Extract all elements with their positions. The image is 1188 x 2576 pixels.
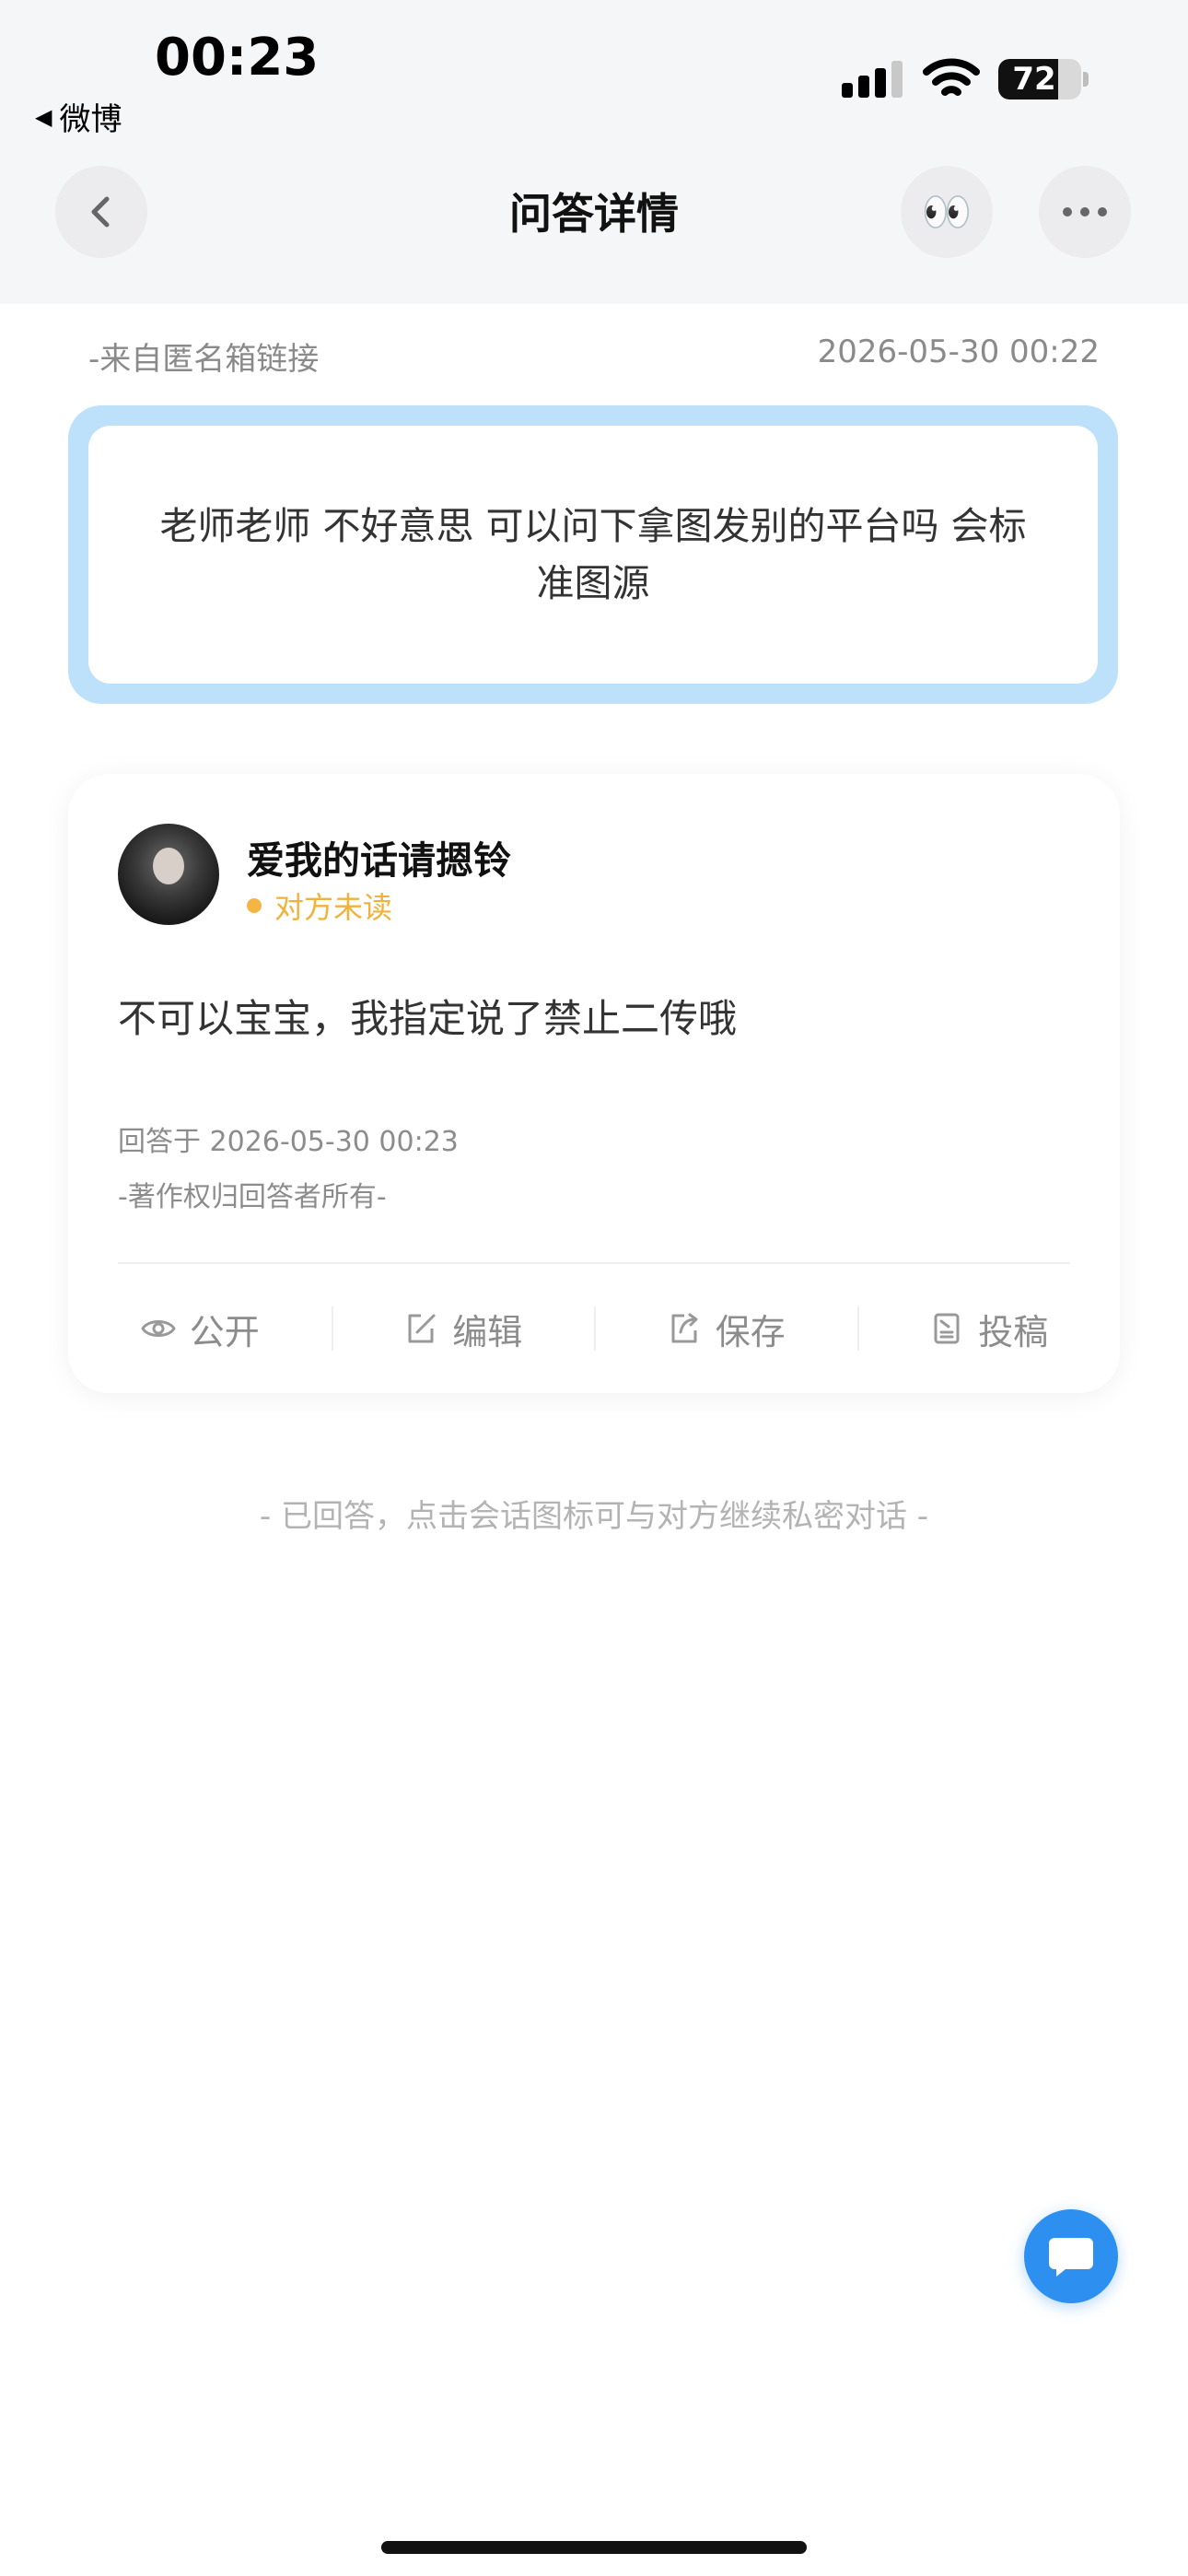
answerer-name[interactable]: 爱我的话请摁铃 [247, 829, 511, 884]
battery-icon: 72 [998, 59, 1081, 100]
status-dot-icon [247, 898, 262, 913]
read-status-label: 对方未读 [274, 890, 393, 925]
avatar-face [153, 848, 184, 884]
document-icon [934, 1313, 960, 1344]
status-time: 00:23 [155, 28, 320, 88]
avatar[interactable] [118, 824, 219, 925]
question-source: -来自匿名箱链接 [88, 341, 320, 378]
footer-hint: - 已回答，点击会话图标可与对方继续私密对话 - [259, 1498, 929, 1535]
question-time: 2026-05-30 00:22 [817, 334, 1100, 370]
chat-button[interactable] [1024, 2209, 1118, 2303]
public-label: 公开 [189, 1311, 260, 1352]
eyes-button[interactable]: 👀 [901, 166, 993, 258]
submit-button[interactable]: 投稿 [856, 1301, 1121, 1356]
public-button[interactable]: 公开 [68, 1301, 332, 1356]
save-label: 保存 [715, 1311, 786, 1352]
home-indicator [381, 2541, 807, 2554]
page-title: 问答详情 [509, 189, 679, 239]
back-to-app-link[interactable]: ◀ 微博 [35, 94, 122, 139]
cellular-signal-icon [842, 61, 903, 98]
eye-icon [140, 1320, 176, 1337]
share-icon [671, 1313, 698, 1343]
more-button[interactable] [1039, 166, 1131, 258]
question-text: 老师老师 不好意思 可以问下拿图发别的平台吗 会标准图源 [88, 426, 1098, 684]
submit-label: 投稿 [978, 1311, 1049, 1352]
edit-label: 编辑 [452, 1311, 523, 1352]
answer-actions: 公开 编辑 保存 投稿 [68, 1301, 1120, 1356]
answer-time: 回答于 2026-05-30 00:23 [118, 1126, 459, 1158]
edit-button[interactable]: 编辑 [331, 1301, 595, 1356]
copyright-notice: -著作权归回答者所有- [118, 1181, 387, 1213]
back-app-label: 微博 [59, 101, 122, 138]
wifi-icon [923, 58, 980, 96]
chat-bubble-icon [1049, 2238, 1093, 2277]
answer-card: 爱我的话请摁铃 对方未读 不可以宝宝，我指定说了禁止二传哦 回答于 2026-0… [68, 774, 1120, 1393]
more-dots-icon [1063, 207, 1107, 217]
edit-icon [408, 1314, 436, 1343]
read-status-badge: 对方未读 [247, 884, 392, 927]
eyes-icon: 👀 [921, 189, 973, 236]
back-triangle-icon: ◀ [35, 103, 52, 130]
save-button[interactable]: 保存 [594, 1301, 857, 1356]
battery-cap [1083, 72, 1089, 87]
question-card: 老师老师 不好意思 可以问下拿图发别的平台吗 会标准图源 [68, 405, 1118, 704]
battery-percent: 72 [1012, 61, 1056, 98]
divider [118, 1262, 1070, 1264]
answer-text: 不可以宝宝，我指定说了禁止二传哦 [118, 996, 738, 1041]
